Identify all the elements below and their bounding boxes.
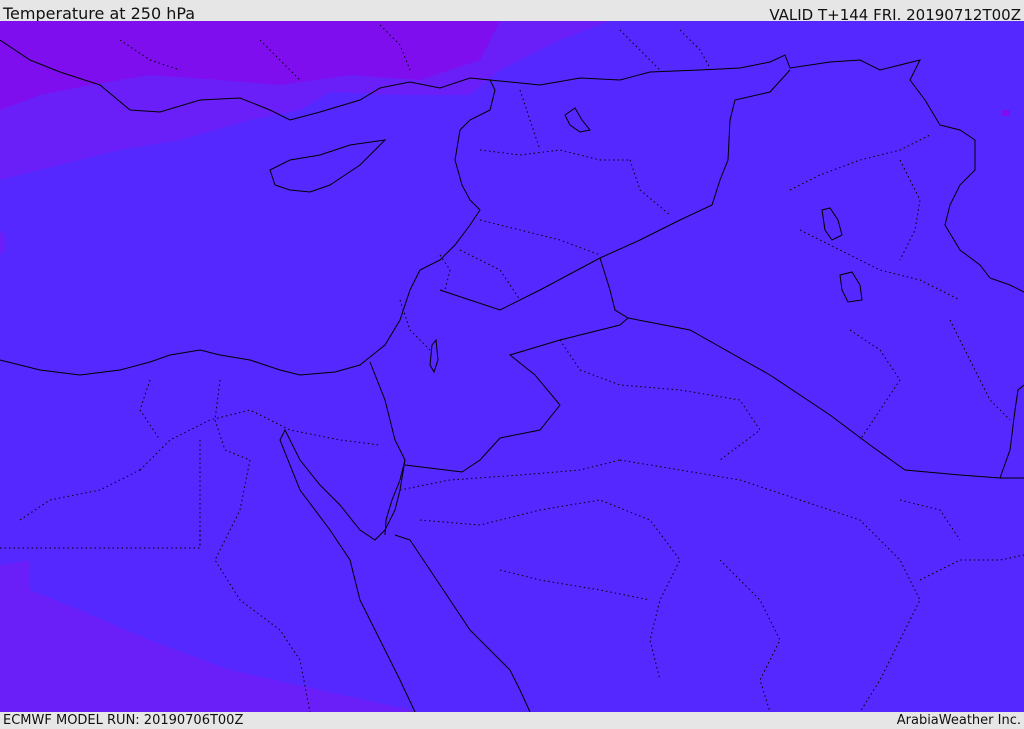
header-bar: Temperature at 250 hPa VALID T+144 FRI. … xyxy=(0,0,1024,24)
credit-label: ArabiaWeather Inc. xyxy=(896,713,1021,728)
temperature-map xyxy=(0,21,1024,712)
map-panel xyxy=(0,21,1024,712)
model-run-label: ECMWF MODEL RUN: 20190706T00Z xyxy=(3,713,244,728)
footer-bar: ECMWF MODEL RUN: 20190706T00Z ArabiaWeat… xyxy=(0,712,1024,729)
warm-spot-east xyxy=(1002,110,1010,116)
